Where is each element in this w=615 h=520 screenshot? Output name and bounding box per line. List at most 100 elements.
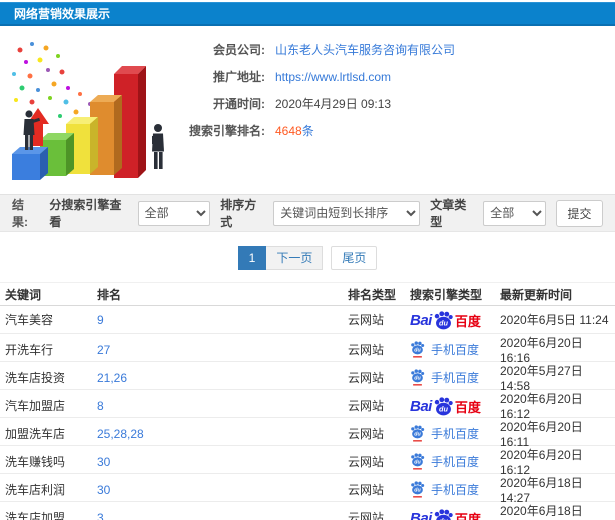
- mobile-baidu-paw-icon: du: [411, 453, 425, 470]
- header-update-time: 最新更新时间: [500, 287, 573, 302]
- table-row: 汽车美容 9 云网站 Bai du 百度 du: [0, 306, 615, 334]
- table-header-row: 关键词 排名 排名类型 搜索引擎类型 最新更新时间: [0, 282, 615, 306]
- mobile-baidu-paw-icon: du: [411, 481, 425, 498]
- article-type-label: 文章类型: [430, 198, 467, 229]
- table-row: 开洗车行 27 云网站 Bai du 百度 du: [0, 334, 615, 365]
- engine-cell: Bai du 百度 du 手机百度: [410, 481, 500, 498]
- baidu-logo-text: Bai: [410, 312, 432, 329]
- rank-cell: 27: [97, 343, 348, 357]
- mobile-baidu-logo: du 手机百度: [410, 341, 479, 358]
- sort-label: 排序方式: [220, 198, 257, 229]
- member-company-row: 会员公司: 山东老人头汽车服务咨询有限公司: [183, 36, 615, 63]
- rank-link[interactable]: 25,28,28: [97, 427, 144, 441]
- rank-link[interactable]: 8: [97, 399, 104, 413]
- table-row: 洗车店加盟 3 云网站 Bai du 百度 du: [0, 502, 615, 520]
- rank-type-cell: 云网站: [348, 427, 385, 441]
- mobile-baidu-label: 手机百度: [431, 343, 480, 357]
- rank-cell: 25,28,28: [97, 427, 348, 441]
- article-type-select[interactable]: 全部: [483, 200, 546, 226]
- submit-button[interactable]: 提交: [555, 199, 603, 227]
- last-page-button[interactable]: 尾页: [331, 246, 378, 270]
- baidu-pc-logo: Bai du 百度: [410, 509, 481, 520]
- mobile-baidu-paw-icon: du: [411, 369, 425, 386]
- svg-text:du: du: [414, 376, 421, 382]
- rank-cell: 8: [97, 399, 348, 413]
- result-label: 结果:: [12, 198, 28, 229]
- filter-bar: 结果: 分搜索引擎查看 全部 排序方式 关键词由短到长排序 文章类型 全部 提交: [0, 194, 615, 232]
- promo-url-link[interactable]: https://www.lrtlsd.com: [275, 70, 391, 84]
- baidu-paw-icon: du: [434, 397, 453, 416]
- mobile-baidu-label: 手机百度: [431, 483, 480, 497]
- table-row: 洗车店投资 21,26 云网站 Bai du 百度 du: [0, 362, 615, 393]
- baidu-pc-logo: Bai du 百度: [410, 397, 481, 416]
- rank-type-cell: 云网站: [348, 455, 385, 469]
- svg-text:du: du: [414, 348, 421, 354]
- header-engine-type: 搜索引擎类型: [410, 287, 483, 302]
- rank-cell: 3: [97, 511, 348, 520]
- mobile-baidu-logo: du 手机百度: [410, 453, 479, 470]
- rank-type-cell: 云网站: [348, 511, 385, 520]
- results-table: 关键词 排名 排名类型 搜索引擎类型 最新更新时间 汽车美容 9 云网站 Bai…: [0, 282, 615, 520]
- mobile-baidu-logo: du 手机百度: [410, 481, 479, 498]
- rank-link[interactable]: 30: [97, 483, 110, 497]
- engine-filter-select[interactable]: 全部: [137, 200, 211, 226]
- header-rank-type: 排名类型: [348, 287, 397, 302]
- rank-link[interactable]: 9: [97, 313, 104, 327]
- account-info: 会员公司: 山东老人头汽车服务咨询有限公司 推广地址: https://www.…: [183, 26, 615, 144]
- ranking-count-unit: 条: [301, 124, 314, 138]
- keyword-cell: 洗车店投资: [5, 371, 66, 385]
- svg-text:du: du: [439, 405, 448, 414]
- rank-link[interactable]: 3: [97, 511, 104, 520]
- svg-text:du: du: [414, 432, 421, 438]
- table-row: 洗车店利润 30 云网站 Bai du 百度 du: [0, 474, 615, 505]
- member-company-link[interactable]: 山东老人头汽车服务咨询有限公司: [275, 41, 455, 58]
- pagination: 1 下一页 尾页: [0, 246, 615, 270]
- baidu-pc-logo: Bai du 百度: [410, 311, 481, 330]
- engine-cell: Bai du 百度 du 手机百度: [410, 453, 500, 470]
- page-title: 网络营销效果展示: [14, 7, 111, 21]
- engine-cell: Bai du 百度 du 手机百度: [410, 369, 500, 386]
- rank-type-cell: 云网站: [348, 313, 385, 327]
- update-time-cell: 2020年6月18日 14:27: [500, 476, 583, 505]
- next-page-button[interactable]: 下一页: [266, 246, 324, 270]
- engine-cell: Bai du 百度 du 手机百度: [410, 425, 500, 442]
- rank-cell: 30: [97, 483, 348, 497]
- ranking-count-label: 搜索引擎排名:: [189, 124, 265, 138]
- svg-text:du: du: [439, 319, 448, 328]
- keyword-cell: 洗车店加盟: [5, 511, 66, 520]
- baidu-paw-icon: du: [434, 311, 453, 330]
- rank-link[interactable]: 30: [97, 455, 110, 469]
- rank-cell: 21,26: [97, 371, 348, 385]
- baidu-logo-text: Bai: [410, 510, 432, 520]
- table-row: 加盟洗车店 25,28,28 云网站 Bai du 百度 du: [0, 418, 615, 449]
- bar-chart-illustration: [12, 42, 164, 180]
- keyword-cell: 加盟洗车店: [5, 427, 66, 441]
- rank-link[interactable]: 21,26: [97, 371, 127, 385]
- page-1-button[interactable]: 1: [237, 246, 267, 270]
- keyword-cell: 汽车加盟店: [5, 399, 66, 413]
- ranking-count-value: 4648条: [275, 124, 314, 138]
- rank-link[interactable]: 27: [97, 343, 110, 357]
- update-time-cell: 2020年6月20日 16:11: [500, 420, 583, 449]
- mobile-baidu-label: 手机百度: [431, 455, 480, 469]
- engine-cell: Bai du 百度 du 手机百度: [410, 311, 500, 330]
- table-row: 汽车加盟店 8 云网站 Bai du 百度 du: [0, 390, 615, 421]
- mobile-baidu-paw-icon: du: [411, 425, 425, 442]
- rank-type-cell: 云网站: [348, 483, 385, 497]
- baidu-logo-text: Bai: [410, 398, 432, 415]
- businessman-right: [152, 124, 164, 169]
- engine-cell: Bai du 百度 du 手机百度: [410, 341, 500, 358]
- svg-text:du: du: [414, 488, 421, 494]
- table-body: 汽车美容 9 云网站 Bai du 百度 du: [0, 306, 615, 520]
- engine-cell: Bai du 百度 du 手机百度: [410, 509, 500, 520]
- rank-cell: 30: [97, 455, 348, 469]
- engine-cell: Bai du 百度 du 手机百度: [410, 397, 500, 416]
- ranking-count-row: 搜索引擎排名: 4648条: [183, 117, 615, 144]
- sort-select[interactable]: 关键词由短到长排序: [273, 200, 421, 226]
- keyword-cell: 洗车店利润: [5, 483, 66, 497]
- header-rank: 排名: [97, 287, 122, 302]
- baidu-paw-icon: du: [434, 509, 453, 520]
- mobile-baidu-logo: du 手机百度: [410, 425, 479, 442]
- keyword-cell: 洗车赚钱吗: [5, 455, 66, 469]
- update-time-cell: 2020年5月27日 14:58: [500, 364, 583, 393]
